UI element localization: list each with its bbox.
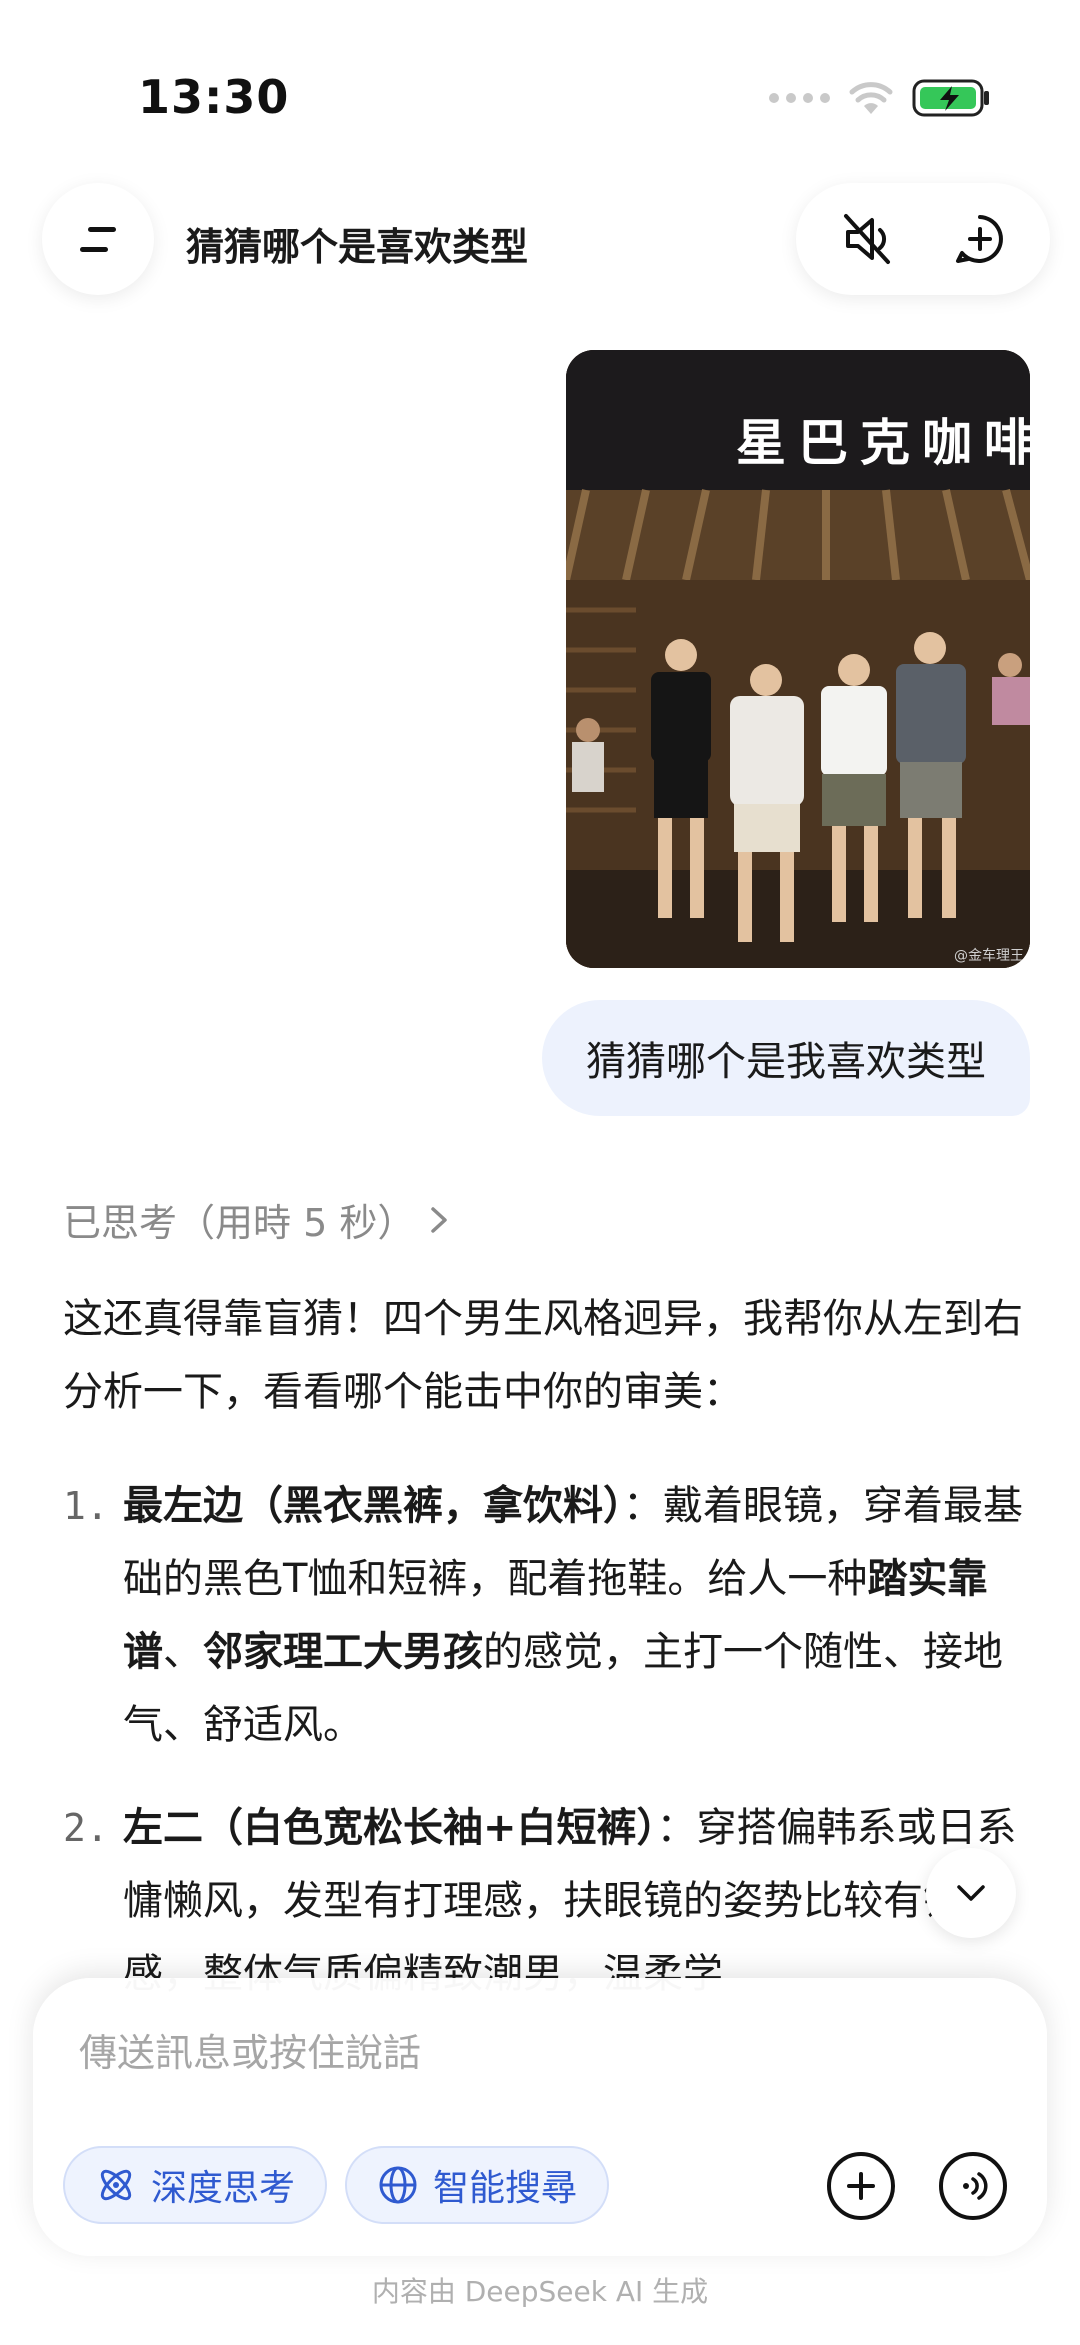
item-text: 、	[163, 1629, 203, 1675]
header-actions	[796, 183, 1050, 295]
ai-disclaimer: 内容由 DeepSeek AI 生成	[371, 2275, 709, 2308]
menu-icon	[80, 227, 116, 252]
smart-search-label: 智能搜尋	[433, 2168, 578, 2209]
message-composer: 傳送訊息或按住說話 深度思考 智能搜尋	[33, 1978, 1047, 2256]
speaker-muted-icon	[843, 214, 890, 264]
uploaded-photo[interactable]: 星巴克咖啡 @金车理王	[566, 350, 1030, 968]
photo-sign-text: 星巴克咖啡	[736, 414, 1030, 472]
scroll-to-bottom-button[interactable]	[926, 1848, 1016, 1938]
thinking-label: 已思考（用時 5 秒）	[63, 1201, 416, 1245]
answer-intro: 这还真得靠盲猜！四个男生风格迥异，我帮你从左到右分析一下，看看哪个能击中你的审美…	[63, 1296, 1023, 1415]
answer-list: 1. 最左边（黑衣黑裤，拿饮料）：戴着眼镜，穿着最基础的黑色T恤和短裤，配着拖鞋…	[63, 1470, 1023, 2041]
signal-dots-icon	[769, 93, 830, 103]
chevron-down-icon	[957, 1885, 985, 1901]
chevron-right-icon	[431, 1206, 448, 1233]
status-icons	[769, 78, 992, 118]
list-item: 1. 最左边（黑衣黑裤，拿饮料）：戴着眼镜，穿着最基础的黑色T恤和短裤，配着拖鞋…	[63, 1470, 1023, 1762]
list-number: 2.	[63, 1806, 109, 1850]
new-chat-button[interactable]	[940, 199, 1020, 279]
voice-wave-icon	[963, 2172, 988, 2200]
item-bold: 邻家理工大男孩	[203, 1629, 483, 1675]
attach-button[interactable]	[827, 2152, 895, 2220]
mute-button[interactable]	[827, 199, 907, 279]
chat-title[interactable]: 猜猜哪个是喜欢类型	[186, 216, 528, 271]
item-title: 左二（白色宽松长袖+白短裤）	[123, 1805, 657, 1851]
thinking-toggle[interactable]: 已思考（用時 5 秒）	[63, 1192, 453, 1247]
battery-charging-icon	[912, 79, 989, 117]
deep-think-label: 深度思考	[151, 2168, 296, 2209]
sidebar-menu-button[interactable]	[42, 183, 154, 295]
wifi-icon	[849, 82, 893, 114]
photo-watermark: @金车理王	[954, 947, 1024, 964]
user-message-bubble[interactable]: 猜猜哪个是我喜欢类型	[542, 1000, 1030, 1116]
smart-search-toggle[interactable]: 智能搜尋	[345, 2146, 610, 2224]
atom-icon	[100, 2169, 132, 2201]
deep-think-toggle[interactable]: 深度思考	[63, 2146, 328, 2224]
globe-icon	[379, 2166, 417, 2204]
new-chat-icon	[955, 215, 1003, 263]
plus-icon	[847, 2172, 875, 2200]
list-number: 1.	[63, 1484, 109, 1528]
item-title: 最左边（黑衣黑裤，拿饮料）	[123, 1483, 623, 1529]
status-time: 13:30	[138, 70, 290, 124]
message-input[interactable]: 傳送訊息或按住說話	[79, 2022, 421, 2077]
voice-input-button[interactable]	[939, 2152, 1007, 2220]
